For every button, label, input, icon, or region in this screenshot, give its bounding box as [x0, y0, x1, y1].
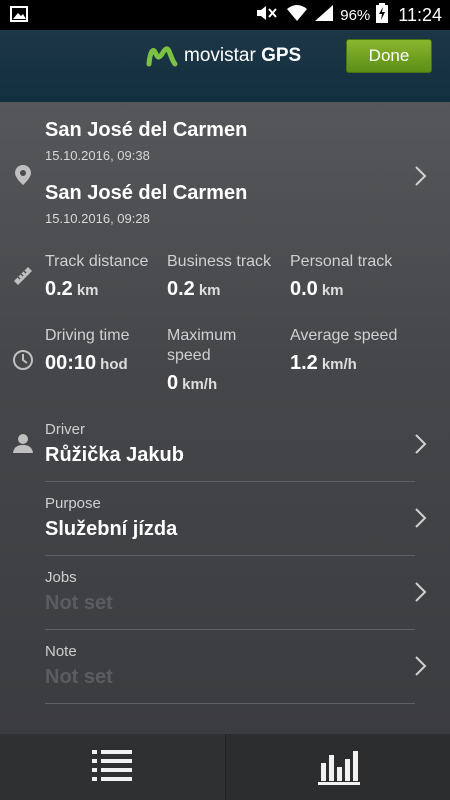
max-speed-value: 0 — [167, 372, 179, 394]
image-icon — [10, 6, 28, 27]
personal-track-stat: Personal track 0.0 km — [290, 252, 412, 301]
personal-track-unit: km — [321, 282, 344, 299]
movistar-m-icon — [146, 46, 178, 67]
status-bar: 96% 11:24 — [0, 0, 450, 30]
chevron-right-icon — [415, 508, 427, 528]
tab-statistics[interactable] — [225, 734, 450, 800]
clock: 11:24 — [398, 4, 442, 25]
note-value: Not set — [45, 666, 113, 688]
brand-logo: movistar GPS — [146, 42, 301, 70]
avg-speed-value: 1.2 — [290, 352, 318, 374]
max-speed-unit: km/h — [182, 376, 218, 393]
driving-time-unit: hod — [100, 356, 128, 373]
business-track-unit: km — [198, 282, 221, 299]
driving-time-value: 00:10 — [45, 352, 97, 374]
tab-list[interactable] — [0, 734, 224, 800]
avg-speed-stat: Average speed 1.2 km/h — [290, 326, 412, 375]
max-speed-label: Maximum speed — [167, 327, 237, 364]
list-icon — [92, 750, 132, 781]
track-distance-label: Track distance — [45, 253, 149, 270]
chevron-right-icon — [415, 656, 427, 676]
note-label: Note — [45, 643, 77, 660]
divider — [45, 629, 415, 630]
business-track-label: Business track — [167, 253, 272, 270]
jobs-value: Not set — [45, 592, 113, 614]
track-distance-stat: Track distance 0.2 km — [45, 252, 167, 301]
business-track-value: 0.2 — [167, 278, 195, 300]
chevron-right-icon — [415, 166, 427, 186]
signal-icon — [314, 4, 334, 27]
brand-name: movistar — [184, 45, 256, 66]
start-place: San José del Carmen — [45, 119, 248, 141]
track-distance-unit: km — [76, 282, 99, 299]
clock-icon — [13, 350, 33, 370]
purpose-value: Služební jízda — [45, 518, 178, 540]
divider — [45, 555, 415, 556]
end-time: 15.10.2016, 09:28 — [45, 211, 150, 226]
avg-speed-label: Average speed — [290, 327, 398, 344]
end-place: San José del Carmen — [45, 182, 248, 204]
mute-icon — [254, 3, 280, 28]
trip-detail: San José del Carmen 15.10.2016, 09:38 Sa… — [0, 102, 450, 734]
divider — [45, 703, 415, 704]
chevron-right-icon — [415, 434, 427, 454]
person-icon — [13, 434, 33, 453]
app-header: movistar GPS Done — [0, 30, 450, 102]
battery-percent: 96% — [340, 6, 371, 24]
purpose-label: Purpose — [45, 495, 101, 512]
jobs-label: Jobs — [45, 569, 77, 586]
driving-time-stat: Driving time 00:10 hod — [45, 326, 167, 375]
divider — [45, 481, 415, 482]
business-track-stat: Business track 0.2 km — [167, 252, 289, 301]
wifi-icon — [286, 4, 308, 27]
brand-suffix: GPS — [261, 45, 302, 66]
bottom-tab-bar — [0, 734, 450, 800]
personal-track-label: Personal track — [290, 253, 393, 270]
personal-track-value: 0.0 — [290, 278, 318, 300]
driver-value: Růžička Jakub — [45, 444, 184, 466]
bar-chart-icon — [317, 751, 360, 785]
track-distance-value: 0.2 — [45, 278, 73, 300]
driver-label: Driver — [45, 421, 85, 438]
max-speed-stat: Maximum speed 0 km/h — [167, 326, 272, 395]
avg-speed-unit: km/h — [321, 356, 357, 373]
chevron-right-icon — [415, 582, 427, 602]
start-time: 15.10.2016, 09:38 — [45, 148, 150, 163]
done-button[interactable]: Done — [346, 39, 432, 73]
location-pin-icon — [15, 165, 31, 185]
driving-time-label: Driving time — [45, 327, 130, 344]
ruler-icon — [14, 267, 32, 285]
battery-charging-icon — [376, 2, 389, 28]
